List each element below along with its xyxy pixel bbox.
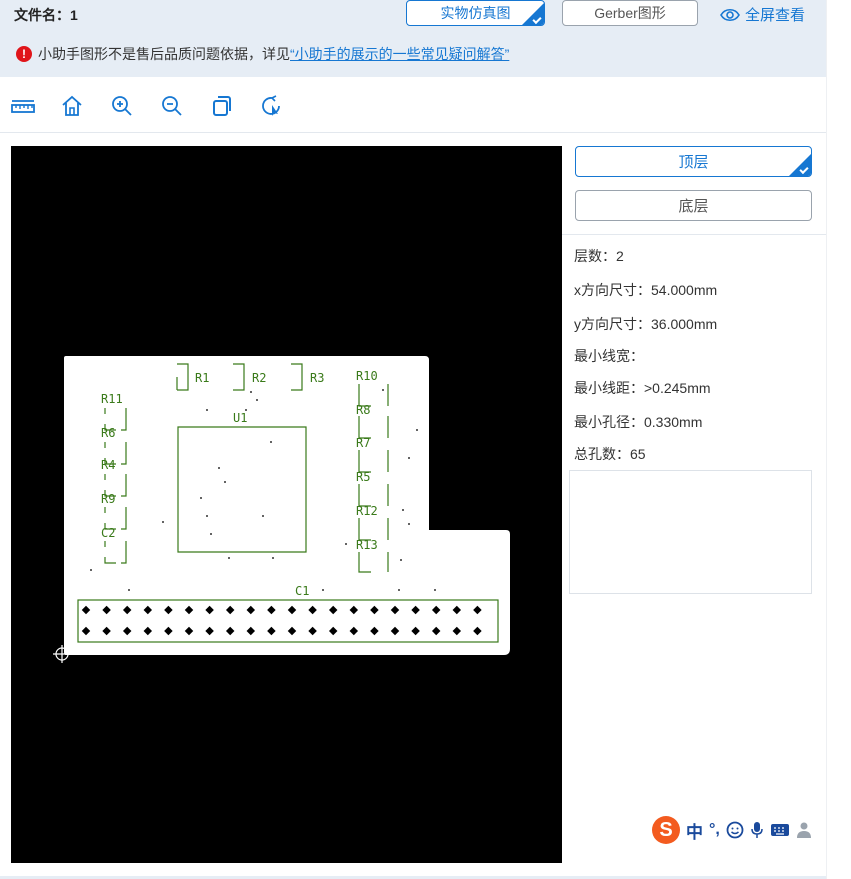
label-r11: R11 xyxy=(101,392,123,406)
via xyxy=(270,441,272,443)
rotate-icon[interactable] xyxy=(260,94,284,118)
ime-punct[interactable]: °, xyxy=(709,821,720,839)
via xyxy=(398,589,400,591)
warning-icon: ! xyxy=(16,46,32,62)
microphone-icon[interactable] xyxy=(750,821,764,839)
info-min-space: 最小线距：>0.245mm xyxy=(574,378,711,398)
copy-icon[interactable] xyxy=(210,94,234,118)
right-gutter xyxy=(826,0,851,879)
label-r12: R12 xyxy=(356,504,378,518)
zoom-out-icon[interactable] xyxy=(160,94,184,118)
user-icon[interactable] xyxy=(796,821,812,839)
via xyxy=(262,515,264,517)
label-r2: R2 xyxy=(252,371,266,385)
top-layer-label: 顶层 xyxy=(678,154,709,171)
bottom-layer-label: 底层 xyxy=(678,198,709,215)
info-holes: 总孔数：65 xyxy=(574,446,646,462)
via xyxy=(210,533,212,535)
tab-gerber[interactable]: Gerber图形 xyxy=(562,0,698,26)
via xyxy=(345,543,347,545)
via xyxy=(382,389,384,391)
ruler-icon[interactable] xyxy=(11,94,35,118)
label-r3: R3 xyxy=(310,371,324,385)
via xyxy=(250,391,252,393)
via xyxy=(400,559,402,561)
label-r4: R4 xyxy=(101,458,115,472)
via xyxy=(162,521,164,523)
via xyxy=(206,409,208,411)
pcb-render: R1 R2 R3 R10 R11 R8 U1 R6 R7 R4 R5 R9 R1… xyxy=(53,356,510,663)
via xyxy=(402,509,404,511)
info-min-width: 最小线宽： xyxy=(574,348,644,364)
via xyxy=(128,589,130,591)
via xyxy=(434,589,436,591)
min-hole-label: 最小孔径： xyxy=(574,414,644,430)
eye-icon xyxy=(720,8,740,21)
min-space-label: 最小线距： xyxy=(574,380,644,396)
via xyxy=(408,457,410,459)
tab-real-simulation-label: 实物仿真图 xyxy=(440,5,511,21)
via xyxy=(218,467,220,469)
x-size-value: 54.000mm xyxy=(651,282,718,298)
min-space-value: >0.245mm xyxy=(644,380,711,396)
label-c2: C2 xyxy=(101,526,115,540)
via xyxy=(245,409,247,411)
min-hole-value: 0.330mm xyxy=(644,414,703,430)
via xyxy=(200,497,202,499)
divider xyxy=(562,234,826,235)
via xyxy=(206,515,208,517)
fullscreen-button[interactable]: 全屏查看 xyxy=(720,4,805,25)
fullscreen-label: 全屏查看 xyxy=(745,7,806,24)
notice-text: 小助手图形不是售后品质问题依据，详见 xyxy=(38,46,290,62)
emoji-icon[interactable] xyxy=(726,821,744,839)
info-y-size: y方向尺寸：36.000mm xyxy=(574,314,717,334)
tab-real-simulation[interactable]: 实物仿真图 xyxy=(406,0,545,26)
label-r13: R13 xyxy=(356,538,378,552)
top-layer-button[interactable]: 顶层 xyxy=(575,146,812,177)
label-r1: R1 xyxy=(195,371,209,385)
label-r8: R8 xyxy=(356,403,370,417)
notice-row: ! 小助手图形不是售后品质问题依据，详见 “小助手的展示的一些常见疑问解答” xyxy=(16,44,509,64)
via xyxy=(228,557,230,559)
via xyxy=(224,481,226,483)
via xyxy=(90,569,92,571)
ime-toolbar[interactable]: S 中 °, xyxy=(652,815,812,845)
label-r5: R5 xyxy=(356,470,370,484)
bottom-layer-button[interactable]: 底层 xyxy=(575,190,812,221)
via xyxy=(416,429,418,431)
sogou-logo-icon[interactable]: S xyxy=(652,816,680,844)
y-size-label: y方向尺寸： xyxy=(574,316,651,332)
notes-box[interactable] xyxy=(569,470,812,594)
via xyxy=(272,557,274,559)
label-r6: R6 xyxy=(101,426,115,440)
tab-gerber-label: Gerber图形 xyxy=(594,5,666,21)
label-r10: R10 xyxy=(356,369,378,383)
via xyxy=(408,523,410,525)
ime-lang[interactable]: 中 xyxy=(686,818,703,843)
zoom-in-icon[interactable] xyxy=(110,94,134,118)
header-bar: 文件名：1 实物仿真图 Gerber图形 全屏查看 ! 小助手图形不是售后品质问… xyxy=(0,0,826,77)
faq-link[interactable]: “小助手的展示的一些常见疑问解答” xyxy=(290,44,509,64)
info-layers: 层数：2 xyxy=(574,248,624,264)
label-u1: U1 xyxy=(233,411,247,425)
via xyxy=(322,589,324,591)
home-icon[interactable] xyxy=(60,94,84,118)
label-c1: C1 xyxy=(295,584,309,598)
info-min-hole: 最小孔径：0.330mm xyxy=(574,412,702,432)
toolbar xyxy=(0,77,826,133)
label-r7: R7 xyxy=(356,436,370,450)
x-size-label: x方向尺寸： xyxy=(574,282,651,298)
info-x-size: x方向尺寸：54.000mm xyxy=(574,280,717,300)
pcb-canvas[interactable]: R1 R2 R3 R10 R11 R8 U1 R6 R7 R4 R5 R9 R1… xyxy=(11,146,562,863)
filename-label: 文件名：1 xyxy=(14,7,78,23)
keyboard-icon[interactable] xyxy=(770,822,790,838)
selected-corner-icon xyxy=(789,154,811,176)
via xyxy=(256,399,258,401)
label-r9: R9 xyxy=(101,492,115,506)
side-panel: 顶层 底层 层数：2 x方向尺寸：54.000mm y方向尺寸：36.000mm… xyxy=(562,134,826,863)
y-size-value: 36.000mm xyxy=(651,316,718,332)
